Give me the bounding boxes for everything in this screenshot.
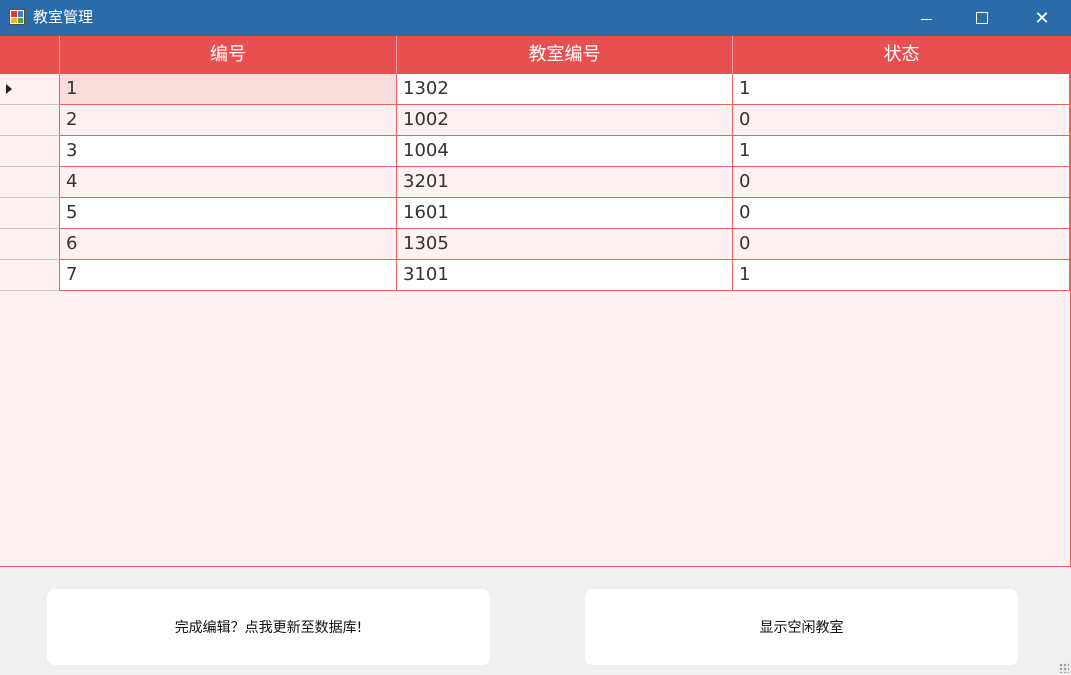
cell-room-number[interactable]: 1305 <box>397 229 733 260</box>
window-title: 教室管理 <box>33 8 94 26</box>
cell-room-number[interactable]: 1004 <box>397 136 733 167</box>
cell-id[interactable]: 5 <box>60 198 397 229</box>
cell-room-number[interactable]: 1601 <box>397 198 733 229</box>
cell-room-number[interactable]: 3101 <box>397 260 733 291</box>
table-row[interactable]: 1 1302 1 <box>0 74 1070 105</box>
row-header[interactable] <box>0 260 60 291</box>
triangle-right-icon <box>6 84 12 94</box>
table-row[interactable]: 2 1002 0 <box>0 105 1070 136</box>
maximize-button[interactable] <box>953 0 1011 36</box>
cell-status[interactable]: 1 <box>733 136 1070 167</box>
row-header[interactable] <box>0 229 60 260</box>
table-row[interactable]: 4 3201 0 <box>0 167 1070 198</box>
table-row[interactable]: 3 1004 1 <box>0 136 1070 167</box>
cell-room-number[interactable]: 1302 <box>397 74 733 105</box>
table-row[interactable]: 7 3101 1 <box>0 260 1070 291</box>
column-header-room-number[interactable]: 教室编号 <box>397 36 733 74</box>
show-free-classrooms-button[interactable]: 显示空闲教室 <box>585 589 1018 665</box>
classroom-data-grid[interactable]: 编号 教室编号 状态 1 1302 1 2 1002 0 3 1004 1 4 3201 0 5 1601… <box>0 36 1071 567</box>
cell-status[interactable]: 0 <box>733 198 1070 229</box>
cell-room-number[interactable]: 1002 <box>397 105 733 136</box>
row-header[interactable] <box>0 167 60 198</box>
row-header-corner[interactable] <box>0 36 60 74</box>
column-header-id[interactable]: 编号 <box>60 36 397 74</box>
cell-id[interactable]: 3 <box>60 136 397 167</box>
cell-id[interactable]: 1 <box>60 74 397 105</box>
cell-id[interactable]: 4 <box>60 167 397 198</box>
cell-id[interactable]: 2 <box>60 105 397 136</box>
cell-status[interactable]: 0 <box>733 105 1070 136</box>
cell-status[interactable]: 1 <box>733 74 1070 105</box>
row-header[interactable] <box>0 198 60 229</box>
row-header[interactable] <box>0 105 60 136</box>
table-row[interactable]: 6 1305 0 <box>0 229 1070 260</box>
row-header[interactable] <box>0 136 60 167</box>
cell-status[interactable]: 0 <box>733 167 1070 198</box>
cell-status[interactable]: 0 <box>733 229 1070 260</box>
cell-id[interactable]: 7 <box>60 260 397 291</box>
close-button[interactable]: ✕ <box>1013 0 1071 36</box>
cell-id[interactable]: 6 <box>60 229 397 260</box>
column-header-status[interactable]: 状态 <box>733 36 1070 74</box>
app-icon <box>9 9 25 25</box>
close-icon: ✕ <box>1034 7 1050 29</box>
grid-header: 编号 教室编号 状态 <box>0 36 1071 74</box>
cell-status[interactable]: 1 <box>733 260 1070 291</box>
maximize-icon <box>976 12 988 24</box>
table-row[interactable]: 5 1601 0 <box>0 198 1070 229</box>
resize-grip-icon[interactable] <box>1059 663 1069 673</box>
row-header[interactable] <box>0 74 60 105</box>
minimize-button[interactable] <box>897 0 955 36</box>
minimize-icon <box>920 18 932 20</box>
cell-room-number[interactable]: 3201 <box>397 167 733 198</box>
title-bar: 教室管理 ✕ <box>0 0 1071 36</box>
update-database-button[interactable]: 完成编辑？点我更新至数据库! <box>47 589 490 665</box>
